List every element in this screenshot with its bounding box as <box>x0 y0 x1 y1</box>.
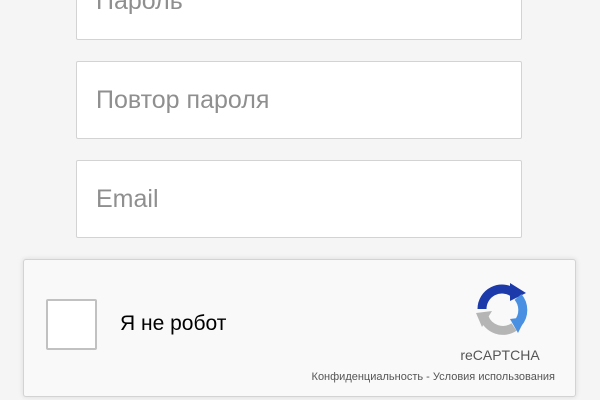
recaptcha-brand-text: reCAPTCHA <box>460 347 540 363</box>
terms-link[interactable]: Условия использования <box>433 371 555 383</box>
recaptcha-checkbox[interactable] <box>46 299 97 350</box>
password-field-wrapper <box>76 0 522 40</box>
registration-form: Я не робот reCAPTCHA Конфиденциальность … <box>0 0 600 400</box>
recaptcha-widget: Я не робот reCAPTCHA Конфиденциальность … <box>23 259 576 397</box>
repeat-password-field-wrapper <box>76 61 522 139</box>
password-input[interactable] <box>77 0 521 39</box>
privacy-link[interactable]: Конфиденциальность <box>312 371 424 383</box>
recaptcha-logo-icon <box>476 283 528 335</box>
recaptcha-links: Конфиденциальность - Условия использован… <box>312 371 555 383</box>
links-separator: - <box>423 371 433 383</box>
email-field-wrapper <box>76 160 522 238</box>
email-input[interactable] <box>77 161 521 237</box>
recaptcha-label: Я не робот <box>120 312 227 335</box>
repeat-password-input[interactable] <box>77 62 521 138</box>
